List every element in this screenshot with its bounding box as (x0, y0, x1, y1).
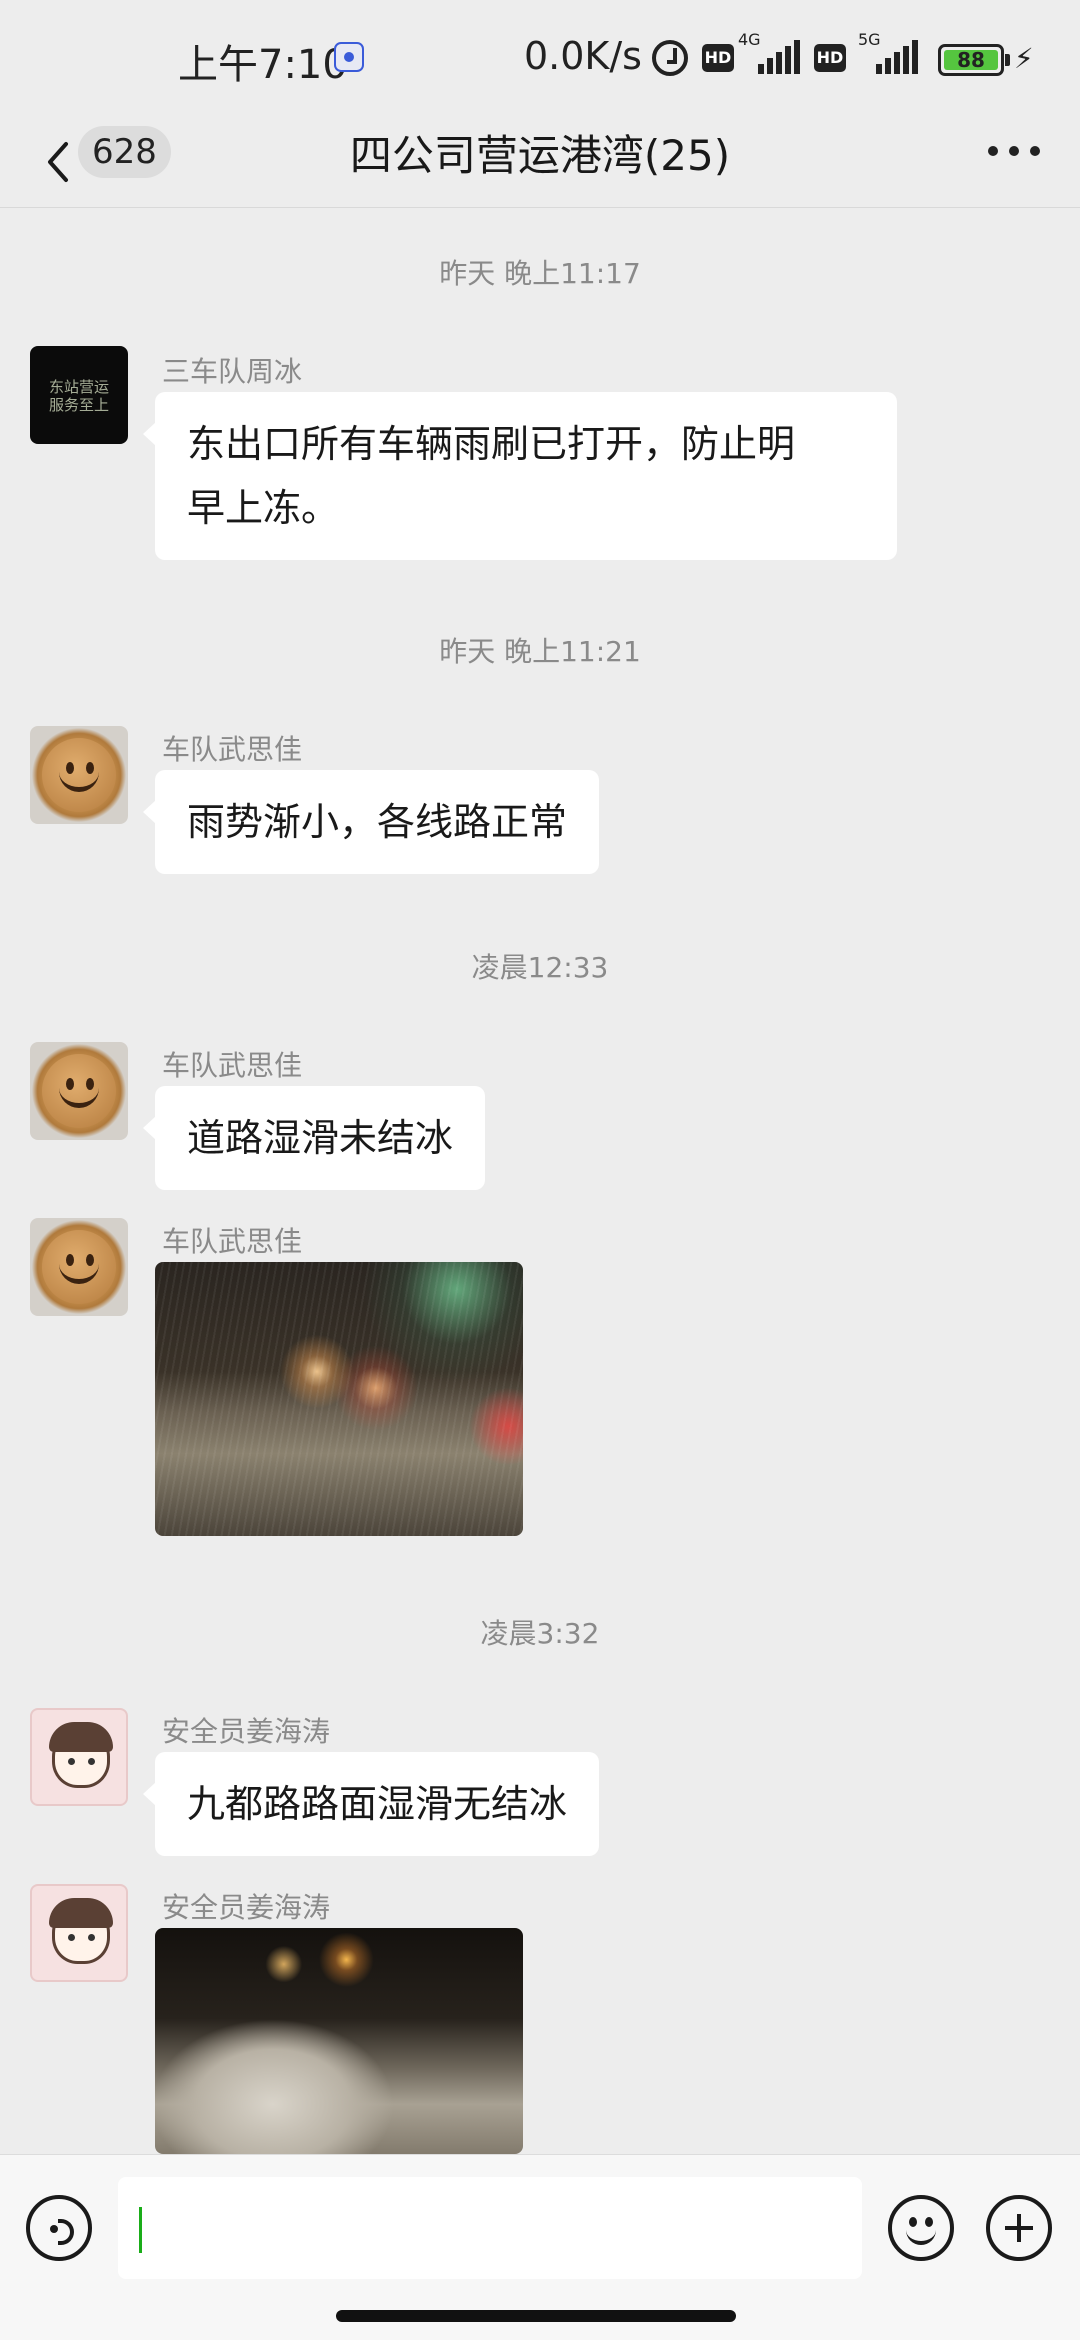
avatar[interactable]: 东站营运 服务至上 (30, 346, 128, 444)
baidu-icon (334, 42, 364, 72)
status-time: 上午7:10 (178, 42, 348, 88)
message-timestamp: 凌晨12:33 (471, 951, 609, 984)
sender-name: 车队武思佳 (162, 1049, 303, 1082)
smiley-face-icon (42, 1230, 116, 1304)
sender-name: 安全员姜海涛 (162, 1715, 331, 1748)
message-bubble[interactable]: 东出口所有车辆雨刷已打开，防止明 早上冻。 (143, 392, 897, 560)
text-caret (139, 2207, 142, 2253)
network-speed: 0.0K/s (524, 34, 642, 78)
message-timestamp: 昨天 晚上11:17 (439, 257, 641, 290)
battery-icon: 88 (938, 44, 1004, 76)
rainy-night-road-photo[interactable] (155, 1262, 523, 1536)
home-indicator[interactable] (336, 2310, 736, 2322)
smiley-face-icon (42, 1054, 116, 1128)
signal-icon (876, 38, 920, 74)
message-text: 早上冻。 (187, 486, 340, 530)
message-input[interactable] (118, 2177, 862, 2279)
smiley-face-icon (42, 738, 116, 812)
battery-level: 88 (944, 50, 998, 70)
message-timestamp: 昨天 晚上11:21 (439, 635, 641, 668)
snowy-night-road-photo[interactable] (155, 1928, 523, 2154)
sender-name: 三车队周冰 (162, 355, 303, 388)
status-bar: 上午7:10 0.0K/s HD 4G HD 5G 88 ⚡ (0, 0, 1080, 116)
message-text: 雨势渐小，各线路正常 (187, 800, 568, 844)
more-icon[interactable] (984, 146, 1044, 158)
message-bubble[interactable]: 道路湿滑未结冰 (142, 1086, 486, 1190)
hd-badge: HD (702, 44, 734, 72)
hd-badge: HD (814, 44, 846, 72)
alarm-icon (652, 40, 688, 76)
avatar-logo-text: 东站营运 服务至上 (48, 378, 109, 414)
message-text: 九都路路面湿滑无结冰 (187, 1782, 568, 1826)
signal-icon (758, 38, 802, 74)
avatar[interactable] (30, 1218, 128, 1316)
chat-title: 四公司营运港湾(25) (349, 131, 731, 180)
charging-icon: ⚡ (1014, 42, 1034, 75)
message-bubble[interactable]: 九都路路面湿滑无结冰 (142, 1752, 600, 1856)
sender-name: 安全员姜海涛 (162, 1891, 331, 1924)
avatar[interactable] (30, 726, 128, 824)
avatar[interactable] (30, 1042, 128, 1140)
avatar[interactable] (30, 1708, 128, 1806)
chat-header: 628 四公司营运港湾(25) (0, 116, 1080, 208)
emoji-icon[interactable] (888, 2195, 954, 2261)
avatar[interactable] (30, 1884, 128, 1982)
voice-icon[interactable] (26, 2195, 92, 2261)
plus-icon[interactable] (986, 2195, 1052, 2261)
message-bubble[interactable]: 雨势渐小，各线路正常 (142, 770, 600, 874)
message-text: 东出口所有车辆雨刷已打开，防止明 (187, 422, 796, 466)
sender-name: 车队武思佳 (162, 1225, 303, 1258)
sender-name: 车队武思佳 (162, 733, 303, 766)
message-text: 道路湿滑未结冰 (187, 1116, 454, 1160)
message-timestamp: 凌晨3:32 (480, 1617, 600, 1650)
